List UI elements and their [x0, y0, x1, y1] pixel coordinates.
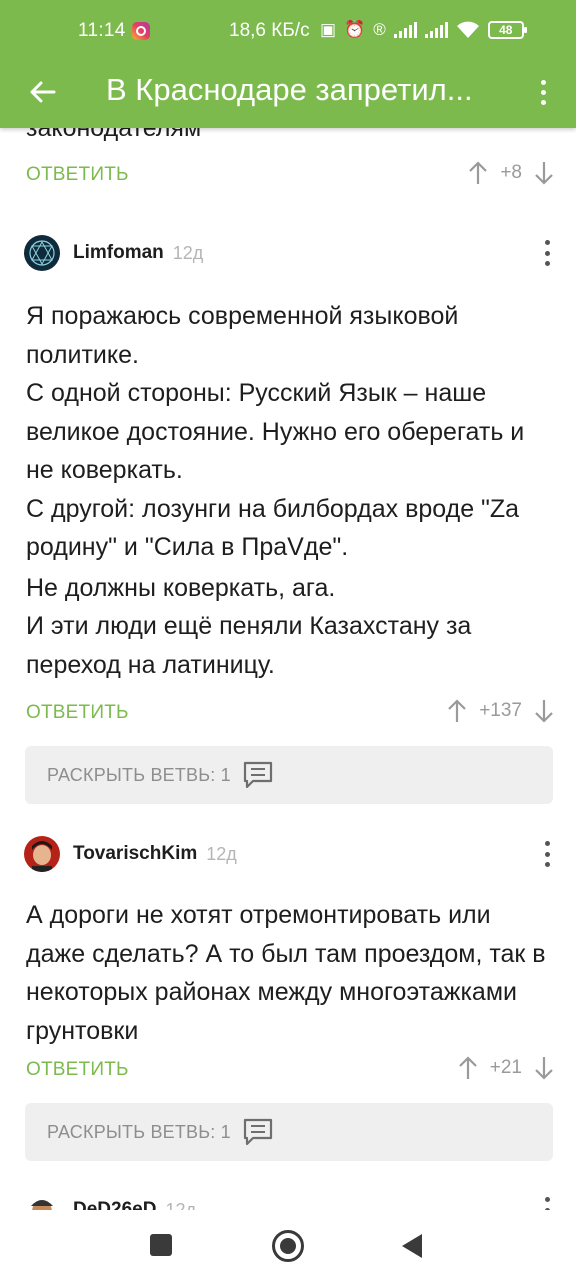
alarm-icon: ⏰ — [344, 20, 366, 39]
app-header: 11:14 18,6 КБ/с ▣ ⏰ ® 48 В Краснодаре за… — [0, 0, 576, 128]
downvote-icon[interactable] — [534, 698, 554, 724]
reply-button[interactable]: ОТВЕТИТЬ — [26, 702, 129, 724]
upvote-icon[interactable] — [458, 1055, 478, 1081]
comment-paragraph: И эти люди ещё пеняли Казахстану за пере… — [26, 612, 472, 679]
comment-time: 12д — [172, 242, 204, 263]
status-bar: 11:14 18,6 КБ/с ▣ ⏰ ® 48 — [0, 0, 576, 60]
network-speed: 18,6 КБ/с — [229, 20, 310, 41]
comment-menu-button[interactable] — [542, 240, 552, 266]
comment-author[interactable]: TovarischKim — [73, 843, 197, 865]
comment-paragraph: А дороги не хотят отремонтировать или да… — [26, 901, 546, 1045]
comment-header: Limfoman 12д — [24, 233, 203, 273]
overflow-menu-button[interactable] — [528, 70, 558, 114]
reply-button[interactable]: ОТВЕТИТЬ — [26, 164, 129, 186]
comment-paragraph: Я поражаюсь современной языковой политик… — [26, 302, 459, 369]
arrow-left-icon — [30, 81, 56, 103]
expand-branch-label: РАСКРЫТЬ ВЕТВЬ: 1 — [47, 1121, 231, 1142]
wifi-icon — [456, 21, 479, 38]
comment-score: +8 — [500, 162, 522, 183]
battery-icon: 48 — [487, 21, 527, 39]
downvote-icon[interactable] — [534, 1055, 554, 1081]
signal-icon-1 — [393, 22, 417, 38]
comment-bubble-icon — [243, 1118, 272, 1146]
comment-author[interactable]: Limfoman — [73, 242, 164, 264]
screen: 11:14 18,6 КБ/с ▣ ⏰ ® 48 В Краснодаре за… — [0, 0, 576, 1280]
system-back-button[interactable] — [402, 1234, 422, 1258]
avatar[interactable] — [24, 836, 60, 872]
comment-paragraph: С одной стороны: Русский Язык – наше вел… — [26, 379, 525, 484]
comment-score: +137 — [479, 700, 522, 721]
post-title: В Краснодаре запретил... — [106, 72, 473, 107]
vote-controls: +137 — [447, 698, 554, 724]
expand-branch-button[interactable]: РАСКРЫТЬ ВЕТВЬ: 1 — [25, 1103, 553, 1161]
downvote-icon[interactable] — [534, 160, 554, 186]
vote-controls: +21 — [458, 1055, 554, 1081]
signal-icon-2 — [424, 22, 448, 38]
recents-button[interactable] — [150, 1234, 172, 1256]
comment-body: А дороги не хотят отремонтировать или да… — [26, 896, 556, 1050]
comment-score: +21 — [489, 1057, 522, 1078]
nfc-icon: ▣ — [320, 20, 337, 39]
comment-paragraph: С другой: лозунги на билбордах вроде "Zа… — [26, 494, 520, 562]
system-nav-bar — [0, 1210, 576, 1280]
reply-button[interactable]: ОТВЕТИТЬ — [26, 1059, 129, 1081]
instagram-notification-icon — [132, 22, 150, 40]
comment-header: TovarischKim 12д — [24, 834, 237, 874]
expand-branch-button[interactable]: РАСКРЫТЬ ВЕТВЬ: 1 — [25, 746, 553, 804]
comment-time: 12д — [206, 843, 237, 864]
comment-bubble-icon — [243, 761, 272, 789]
expand-branch-label: РАСКРЫТЬ ВЕТВЬ: 1 — [47, 764, 231, 785]
registered-icon: ® — [373, 20, 386, 39]
avatar-image — [24, 836, 60, 872]
app-bar: В Краснодаре запретил... — [0, 60, 576, 128]
upvote-icon[interactable] — [447, 698, 467, 724]
vote-controls: +8 — [468, 160, 554, 186]
avatar[interactable] — [24, 235, 60, 271]
status-time: 11:14 — [78, 20, 126, 41]
back-button[interactable] — [20, 70, 64, 114]
upvote-icon[interactable] — [468, 160, 488, 186]
home-button[interactable] — [272, 1230, 304, 1262]
comment-paragraph: Не должны коверкать, ага. — [26, 573, 336, 602]
status-icons: ▣ ⏰ ® 48 — [320, 20, 527, 40]
comment-menu-button[interactable] — [542, 841, 552, 867]
comment-body: Я поражаюсь современной языковой политик… — [26, 297, 556, 684]
avatar-image — [24, 235, 60, 271]
